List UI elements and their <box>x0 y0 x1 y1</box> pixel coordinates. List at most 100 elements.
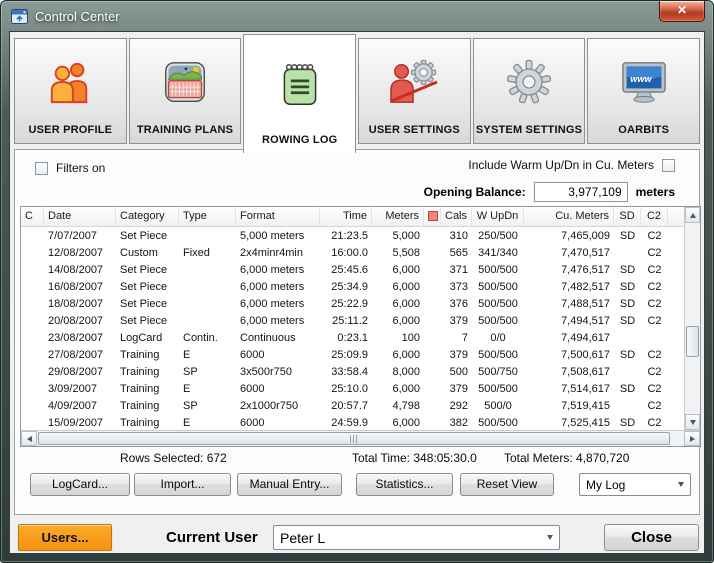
table-cell: C2 <box>641 381 668 398</box>
scroll-up-button[interactable] <box>685 207 700 223</box>
table-row[interactable]: 3/09/2007TrainingE600025:10.06,000379500… <box>21 381 684 398</box>
close-button[interactable]: Close <box>604 524 699 551</box>
tab-oarbits[interactable]: www OARBITS <box>587 38 700 144</box>
table-cell: 6,000 <box>372 262 424 279</box>
table-cell: 379 <box>441 381 472 398</box>
tab-training-plans[interactable]: TRAINING PLANS <box>129 38 242 144</box>
table-cell: 6,000 meters <box>236 296 320 313</box>
grip-icon <box>350 435 359 443</box>
table-cell: 7,465,009 <box>524 228 614 245</box>
tab-user-profile[interactable]: USER PROFILE <box>14 38 127 144</box>
table-body: 7/07/2007Set Piece5,000 meters21:23.55,0… <box>21 228 684 430</box>
table-cell: C2 <box>641 228 668 245</box>
scroll-right-button[interactable] <box>684 431 700 446</box>
table-row[interactable]: 27/08/2007TrainingE600025:09.96,00037950… <box>21 347 684 364</box>
vertical-scrollbar[interactable] <box>684 207 700 430</box>
reset-view-button[interactable]: Reset View <box>460 473 554 496</box>
filters-on-label: Filters on <box>56 161 105 175</box>
table-cell: 379 <box>441 313 472 330</box>
table-cell: 7,488,517 <box>524 296 614 313</box>
table-cell <box>21 228 44 245</box>
table-cell: 20/08/2007 <box>44 313 116 330</box>
training-plans-icon <box>163 39 207 124</box>
table-cell: 5,000 meters <box>236 228 320 245</box>
table-cell <box>424 415 441 430</box>
scroll-down-button[interactable] <box>685 414 700 430</box>
column-header[interactable]: W UpDn <box>472 207 524 226</box>
include-warmup-checkbox[interactable] <box>662 159 675 172</box>
table-row[interactable]: 14/08/2007Set Piece6,000 meters25:45.66,… <box>21 262 684 279</box>
table-cell: 0:23.1 <box>320 330 372 347</box>
opening-balance-input[interactable] <box>534 182 628 202</box>
filters-on-checkbox[interactable] <box>35 162 48 175</box>
current-user-select[interactable]: Peter L <box>273 525 560 550</box>
statistics-button[interactable]: Statistics... <box>356 473 453 496</box>
table-row[interactable]: 16/08/2007Set Piece6,000 meters25:34.96,… <box>21 279 684 296</box>
tab-rowing-log[interactable]: ROWING LOG <box>243 34 356 153</box>
column-header-flag[interactable] <box>424 207 441 226</box>
horizontal-scrollbar[interactable] <box>21 430 700 446</box>
column-header[interactable]: Category <box>116 207 179 226</box>
svg-text:www: www <box>630 74 652 84</box>
horizontal-scroll-thumb[interactable] <box>38 432 670 445</box>
table-row[interactable]: 20/08/2007Set Piece6,000 meters25:11.26,… <box>21 313 684 330</box>
log-select[interactable]: My Log <box>579 473 691 496</box>
table-row[interactable]: 29/08/2007TrainingSP3x500r75033:58.48,00… <box>21 364 684 381</box>
column-header[interactable]: Type <box>179 207 236 226</box>
vertical-scroll-thumb[interactable] <box>686 326 699 357</box>
table-cell: 18/08/2007 <box>44 296 116 313</box>
table-cell: 7,494,517 <box>524 313 614 330</box>
users-button[interactable]: Users... <box>18 524 112 551</box>
table-row[interactable]: 7/07/2007Set Piece5,000 meters21:23.55,0… <box>21 228 684 245</box>
table-cell <box>424 313 441 330</box>
table-row[interactable]: 23/08/2007LogCardContin.Continuous0:23.1… <box>21 330 684 347</box>
table-cell: 500 <box>441 364 472 381</box>
column-header[interactable]: C2 <box>641 207 668 226</box>
rowing-log-panel: Filters on Include Warm Up/Dn in Cu. Met… <box>14 149 700 515</box>
table-cell: 6,000 <box>372 415 424 430</box>
table-cell: 7,514,617 <box>524 381 614 398</box>
column-header[interactable]: Meters <box>372 207 424 226</box>
logcard-button[interactable]: LogCard... <box>30 473 130 496</box>
table-cell: Training <box>116 381 179 398</box>
import-button[interactable]: Import... <box>134 473 231 496</box>
table-cell: 500/750 <box>472 364 524 381</box>
table-cell: Training <box>116 415 179 430</box>
column-header[interactable]: Date <box>44 207 116 226</box>
include-warmup-control: Include Warm Up/Dn in Cu. Meters <box>468 158 675 172</box>
table-cell <box>21 245 44 262</box>
close-window-button[interactable]: ✕ <box>659 1 705 22</box>
column-header[interactable]: Cals <box>441 207 472 226</box>
table-row[interactable]: 12/08/2007CustomFixed2x4minr4min16:00.05… <box>21 245 684 262</box>
table-cell: 341/340 <box>472 245 524 262</box>
table-cell: 379 <box>441 347 472 364</box>
table-cell: SD <box>614 296 641 313</box>
table-cell: Set Piece <box>116 279 179 296</box>
column-header[interactable]: C <box>21 207 44 226</box>
control-center-window: Control Center ✕ USER PROFILE <box>0 0 714 563</box>
tab-system-settings[interactable]: SYSTEM SETTINGS <box>473 38 586 144</box>
table-cell: C2 <box>641 364 668 381</box>
table-cell: 3x500r750 <box>236 364 320 381</box>
table-cell: 310 <box>441 228 472 245</box>
column-header[interactable]: Format <box>236 207 320 226</box>
table-cell: 2x4minr4min <box>236 245 320 262</box>
app-icon <box>11 9 28 24</box>
tab-user-settings[interactable]: USER SETTINGS <box>358 38 471 144</box>
table-cell <box>21 330 44 347</box>
scroll-left-button[interactable] <box>21 431 37 446</box>
column-header[interactable]: Cu. Meters <box>524 207 614 226</box>
table-cell: 500/500 <box>472 415 524 430</box>
triangle-up-icon <box>690 213 696 218</box>
table-cell: 250/500 <box>472 228 524 245</box>
table-row[interactable]: 18/08/2007Set Piece6,000 meters25:22.96,… <box>21 296 684 313</box>
table-cell: 4/09/2007 <box>44 398 116 415</box>
table-row[interactable]: 15/09/2007TrainingE600024:59.96,00038250… <box>21 415 684 430</box>
column-header[interactable]: SD <box>614 207 641 226</box>
triangle-right-icon <box>690 436 695 442</box>
oarbits-icon: www <box>620 39 668 124</box>
titlebar: Control Center ✕ <box>1 1 713 31</box>
table-row[interactable]: 4/09/2007TrainingSP2x1000r75020:57.74,79… <box>21 398 684 415</box>
column-header[interactable]: Time <box>320 207 372 226</box>
manual-entry-button[interactable]: Manual Entry... <box>237 473 342 496</box>
